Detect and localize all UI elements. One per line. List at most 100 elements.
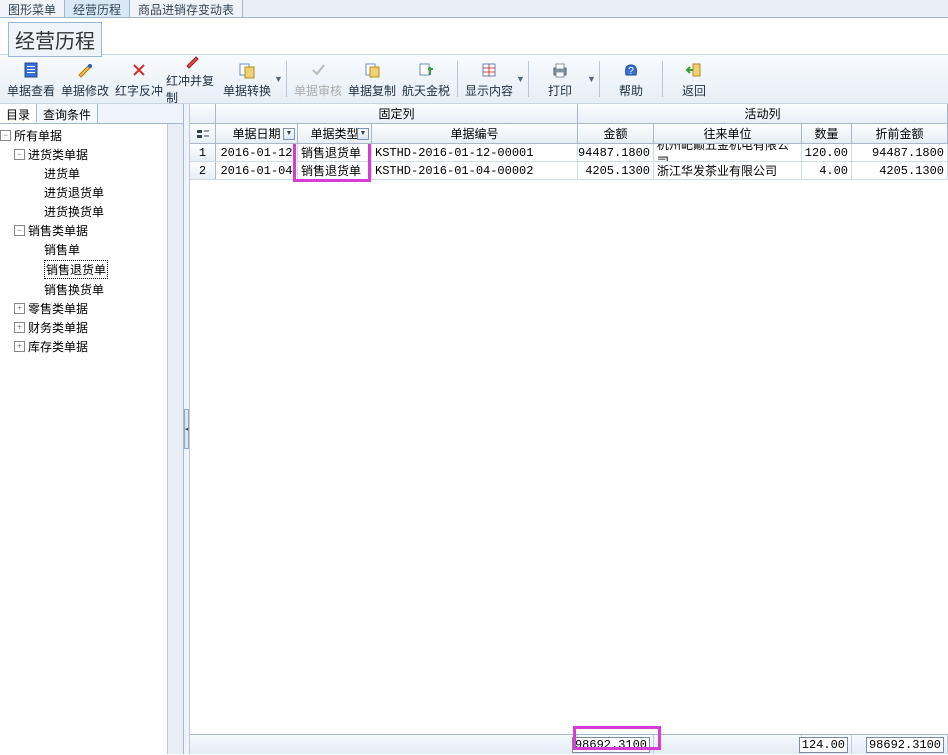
doc-convert-button[interactable]: 单据转换 [220, 57, 274, 101]
doc-copy-button[interactable]: 单据复制 [345, 57, 399, 101]
print-button[interactable]: 打印 [533, 57, 587, 101]
select-all-icon [196, 129, 210, 139]
cell-qty: 120.00 [802, 144, 852, 161]
toolbar-separator [599, 61, 600, 97]
check-icon [308, 60, 328, 80]
left-tab-directory[interactable]: 目录 [0, 104, 37, 123]
cell-amount: 4205.1300 [578, 162, 654, 179]
help-button[interactable]: ? 帮助 [604, 57, 658, 101]
red-reverse-button[interactable]: 红字反冲 [112, 57, 166, 101]
filter-arrow-icon[interactable]: ▼ [357, 128, 369, 140]
row-number: 2 [190, 162, 216, 179]
tree-finance[interactable]: +财务类单据 [0, 318, 167, 337]
tree-purchase[interactable]: −进货类单据 [0, 145, 167, 164]
collapse-icon[interactable]: − [14, 225, 25, 236]
left-pane: 目录 查询条件 −所有单据 −进货类单据 进货单 进货退货单 进货换货单 −销售… [0, 104, 184, 754]
data-grid: 固定列 活动列 单据日期▼ 单据类型▼ 单据编号 金额 往来单位 数量 折前金额… [190, 104, 948, 754]
tree-s3[interactable]: 销售换货单 [16, 280, 167, 299]
help-icon: ? [621, 60, 641, 80]
doc-view-button[interactable]: 单据查看 [4, 57, 58, 101]
total-amount: 98692.3100 [578, 735, 654, 754]
col-qty[interactable]: 数量 [802, 124, 852, 143]
tree-p2[interactable]: 进货退货单 [16, 183, 167, 202]
display-button[interactable]: 显示内容 [462, 57, 516, 101]
tree-stock[interactable]: +库存类单据 [0, 337, 167, 356]
total-pre: 98692.3100 [852, 735, 948, 754]
toolbar-separator [457, 61, 458, 97]
left-tab-query[interactable]: 查询条件 [37, 104, 98, 123]
total-qty: 124.00 [802, 735, 852, 754]
cell-qty: 4.00 [802, 162, 852, 179]
title-area: 经营历程 [0, 18, 948, 54]
dropdown-arrow-icon[interactable]: ▼ [587, 57, 595, 101]
cell-type: 销售退货单 [298, 162, 372, 179]
collapse-icon[interactable]: − [0, 130, 11, 141]
cell-date: 2016-01-04 [216, 162, 298, 179]
active-columns-label: 活动列 [578, 104, 948, 123]
col-date[interactable]: 单据日期▼ [216, 124, 298, 143]
convert-icon [237, 60, 257, 80]
tax-icon [416, 60, 436, 80]
expand-icon[interactable]: + [14, 341, 25, 352]
fixed-columns-label: 固定列 [216, 104, 578, 123]
back-button[interactable]: 返回 [667, 57, 721, 101]
cell-pre: 4205.1300 [852, 162, 948, 179]
splitter-handle-icon[interactable]: ◂ [184, 409, 189, 449]
doc-edit-button[interactable]: 单据修改 [58, 57, 112, 101]
grid-icon [479, 60, 499, 80]
toolbar-separator [286, 61, 287, 97]
col-party[interactable]: 往来单位 [654, 124, 802, 143]
tree-p1[interactable]: 进货单 [16, 164, 167, 183]
tree-retail[interactable]: +零售类单据 [0, 299, 167, 318]
tree-p3[interactable]: 进货换货单 [16, 202, 167, 221]
col-docno[interactable]: 单据编号 [372, 124, 578, 143]
document-icon [21, 60, 41, 80]
total-spacer [190, 735, 578, 754]
tab-stock-report[interactable]: 商品进销存变动表 [130, 0, 243, 17]
top-tabs: 图形菜单 经营历程 商品进销存变动表 [0, 0, 948, 18]
cell-party: 浙江华发茶业有限公司 [654, 162, 802, 179]
totals-row: 98692.3100 124.00 98692.3100 [190, 734, 948, 754]
collapse-icon[interactable]: − [14, 149, 25, 160]
table-row[interactable]: 2 2016-01-04 销售退货单 KSTHD-2016-01-04-0000… [190, 162, 948, 180]
cell-docno: KSTHD-2016-01-12-00001 [372, 144, 578, 161]
tree-sales[interactable]: −销售类单据 [0, 221, 167, 240]
red-pencil-icon [183, 52, 203, 70]
tab-history[interactable]: 经营历程 [65, 0, 130, 17]
col-rownum[interactable] [190, 124, 216, 143]
category-tree: −所有单据 −进货类单据 进货单 进货退货单 进货换货单 −销售类单据 销售单 … [0, 124, 167, 754]
cell-pre: 94487.1800 [852, 144, 948, 161]
row-number: 1 [190, 144, 216, 161]
total-spacer [654, 735, 802, 754]
pencil-icon [75, 60, 95, 80]
tree-all-docs[interactable]: −所有单据 [0, 126, 167, 145]
dropdown-arrow-icon[interactable]: ▼ [274, 57, 282, 101]
grid-corner [190, 104, 216, 123]
toolbar-separator [662, 61, 663, 97]
cell-date: 2016-01-12 [216, 144, 298, 161]
col-type[interactable]: 单据类型▼ [298, 124, 372, 143]
tree-s1[interactable]: 销售单 [16, 240, 167, 259]
svg-text:?: ? [628, 66, 634, 77]
tax-button[interactable]: 航天金税 [399, 57, 453, 101]
toolbar: 单据查看 单据修改 红字反冲 红冲并复制 单据转换 ▼ 单据审核 单据复制 航天… [0, 54, 948, 104]
filter-arrow-icon[interactable]: ▼ [283, 128, 295, 140]
red-x-icon [129, 60, 149, 80]
doc-audit-button[interactable]: 单据审核 [291, 57, 345, 101]
cell-party: 杭州屺巅五金机电有限公司 [654, 144, 802, 161]
tree-s2[interactable]: 销售退货单 [16, 259, 167, 280]
cell-docno: KSTHD-2016-01-04-00002 [372, 162, 578, 179]
printer-icon [550, 60, 570, 80]
table-row[interactable]: 1 2016-01-12 销售退货单 KSTHD-2016-01-12-0000… [190, 144, 948, 162]
red-copy-button[interactable]: 红冲并复制 [166, 57, 220, 101]
col-amount[interactable]: 金额 [578, 124, 654, 143]
cell-type: 销售退货单 [298, 144, 372, 161]
expand-icon[interactable]: + [14, 322, 25, 333]
dropdown-arrow-icon[interactable]: ▼ [516, 57, 524, 101]
col-pre[interactable]: 折前金额 [852, 124, 948, 143]
cell-amount: 94487.1800 [578, 144, 654, 161]
expand-icon[interactable]: + [14, 303, 25, 314]
toolbar-separator [528, 61, 529, 97]
scrollbar[interactable] [167, 124, 183, 754]
tab-graphic-menu[interactable]: 图形菜单 [0, 0, 65, 17]
